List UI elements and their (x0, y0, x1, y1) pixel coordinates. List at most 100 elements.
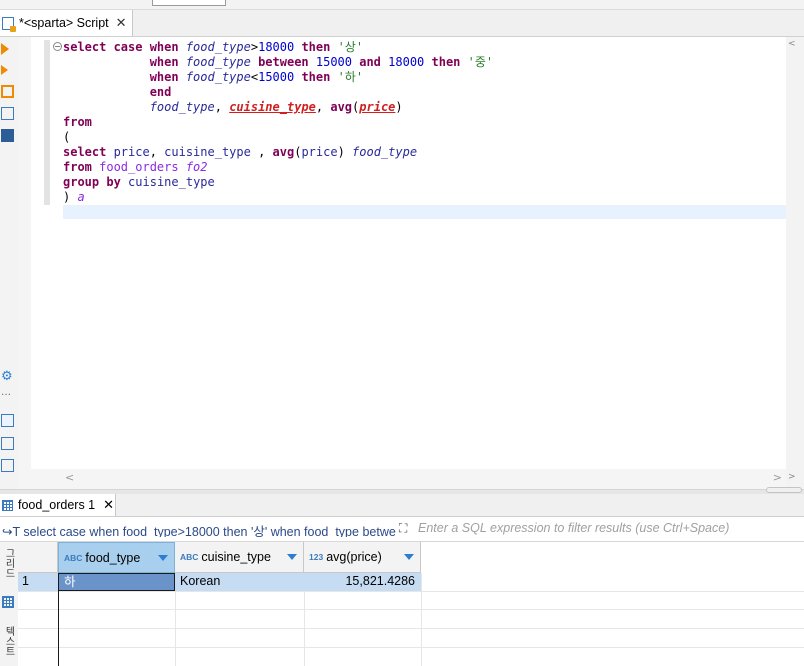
string-type-icon: ABC (180, 552, 199, 562)
column-header-cuisine-type[interactable]: ABC cuisine_type (175, 542, 304, 573)
tab-sparta-script[interactable]: *<sparta> Script ✕ (0, 10, 133, 36)
column-header-avg-price[interactable]: 123 avg(price) (304, 542, 421, 573)
code-token: cuisine_type (229, 100, 316, 114)
cell-food-type[interactable]: 하 (58, 573, 175, 591)
console-icon[interactable] (1, 129, 14, 142)
grid-view-icon[interactable] (2, 596, 14, 608)
code-token: select (63, 40, 114, 54)
grid-line (18, 628, 804, 629)
grid-line (18, 609, 804, 610)
grid-column-line (175, 591, 176, 666)
sort-arrow-icon[interactable] (404, 554, 414, 560)
code-token: from (63, 115, 92, 129)
code-token: by (106, 175, 129, 189)
current-line-highlight (63, 205, 786, 219)
code-token: a (77, 190, 85, 204)
code-token: and (359, 55, 389, 69)
more-icon[interactable]: … (1, 388, 14, 402)
splitter-handle[interactable] (766, 487, 802, 493)
code-token: '중' (467, 55, 494, 69)
execute-in-new-tab-icon[interactable] (1, 65, 14, 78)
code-token: 15000 (315, 55, 360, 69)
cell-avg-price[interactable]: 15,821.4286 (304, 573, 421, 591)
number-type-icon: 123 (309, 552, 324, 562)
grid-line (18, 647, 804, 648)
code-token: avg (272, 145, 295, 159)
code-line: select price, cuisine_type , avg(price) … (63, 145, 417, 160)
code-token: when (149, 70, 186, 84)
code-token: fo2 (185, 160, 208, 174)
code-line: end (63, 85, 172, 100)
code-token: 18000 (388, 55, 432, 69)
execute-script-icon[interactable] (1, 85, 14, 98)
format-icon[interactable] (1, 459, 14, 472)
code-token: 18000 (258, 40, 302, 54)
results-grid: ABC food_type ABC cuisine_type 123 avg(p… (18, 542, 804, 666)
code-token: food_type (185, 55, 259, 69)
close-icon[interactable]: ✕ (116, 16, 127, 31)
code-token: '하' (337, 70, 364, 84)
code-token: then (301, 40, 338, 54)
result-view-switcher: 그리드 텍스트 (0, 542, 18, 666)
column-header-food-type[interactable]: ABC food_type (58, 542, 175, 573)
row-number[interactable]: 1 (18, 573, 58, 591)
code-line: when food_type<15000 then '하' (63, 70, 363, 85)
code-token: then (431, 55, 468, 69)
string-type-icon: ABC (64, 552, 83, 563)
fold-collapse-icon[interactable]: − (53, 42, 62, 51)
import-icon[interactable] (1, 437, 14, 450)
column-label: avg(price) (326, 550, 382, 564)
code-token: price (301, 145, 338, 159)
grid-column-line (304, 591, 305, 666)
tab-text-view[interactable]: 텍스트 (1, 626, 16, 656)
code-token: '상' (337, 40, 364, 54)
export-icon[interactable] (1, 414, 14, 427)
cell-cuisine-type[interactable]: Korean (175, 573, 304, 591)
sort-arrow-icon[interactable] (287, 554, 297, 560)
column-label: food_type (85, 550, 141, 565)
code-token: , (258, 145, 273, 159)
column-label: cuisine_type (201, 550, 271, 564)
filter-input[interactable] (418, 519, 798, 537)
code-line: ) a (63, 190, 85, 205)
code-token: , (149, 145, 165, 159)
code-line: from food_orders fo2 (63, 160, 208, 175)
code-token: ) (395, 100, 403, 114)
code-line: when food_type between 15000 and 18000 t… (63, 55, 493, 70)
toolbar-input[interactable] (152, 0, 226, 6)
code-line: ( (63, 130, 70, 145)
code-token: food_type (185, 40, 251, 54)
tab-grid-view[interactable]: 그리드 (1, 548, 16, 578)
close-icon[interactable]: ✕ (103, 497, 114, 513)
expand-icon[interactable]: ⛶ (399, 521, 413, 535)
scroll-left-icon[interactable]: < (65, 471, 74, 484)
code-token: from (63, 160, 100, 174)
code-token: ) (63, 190, 78, 204)
code-line: group by cuisine_type (63, 175, 215, 190)
code-token: when (149, 40, 186, 54)
sort-arrow-icon[interactable] (158, 555, 168, 561)
code-token: between (258, 55, 316, 69)
row-number-header[interactable] (18, 542, 58, 573)
horizontal-scrollbar[interactable]: < > (63, 470, 786, 486)
tab-title: *<sparta> Script (19, 16, 109, 30)
editor-tab-bar: *<sparta> Script ✕ (0, 10, 804, 37)
code-token: , (214, 100, 230, 114)
execute-statement-icon[interactable] (1, 43, 14, 56)
explain-plan-icon[interactable] (1, 107, 14, 120)
folding-range-marker (44, 40, 50, 205)
code-token: food_type (185, 70, 251, 84)
gear-icon[interactable]: ⚙ (1, 370, 14, 384)
scroll-right-icon[interactable]: > (773, 471, 782, 484)
tab-food-orders-1[interactable]: food_orders 1 ✕ (0, 494, 116, 516)
code-token: end (149, 85, 172, 99)
code-token: cuisine_type (164, 145, 259, 159)
code-token: when (149, 55, 186, 69)
code-token: < (250, 70, 259, 84)
grid-column-line (58, 573, 59, 666)
code-token: avg (330, 100, 353, 114)
code-token: cuisine_type (128, 175, 215, 189)
